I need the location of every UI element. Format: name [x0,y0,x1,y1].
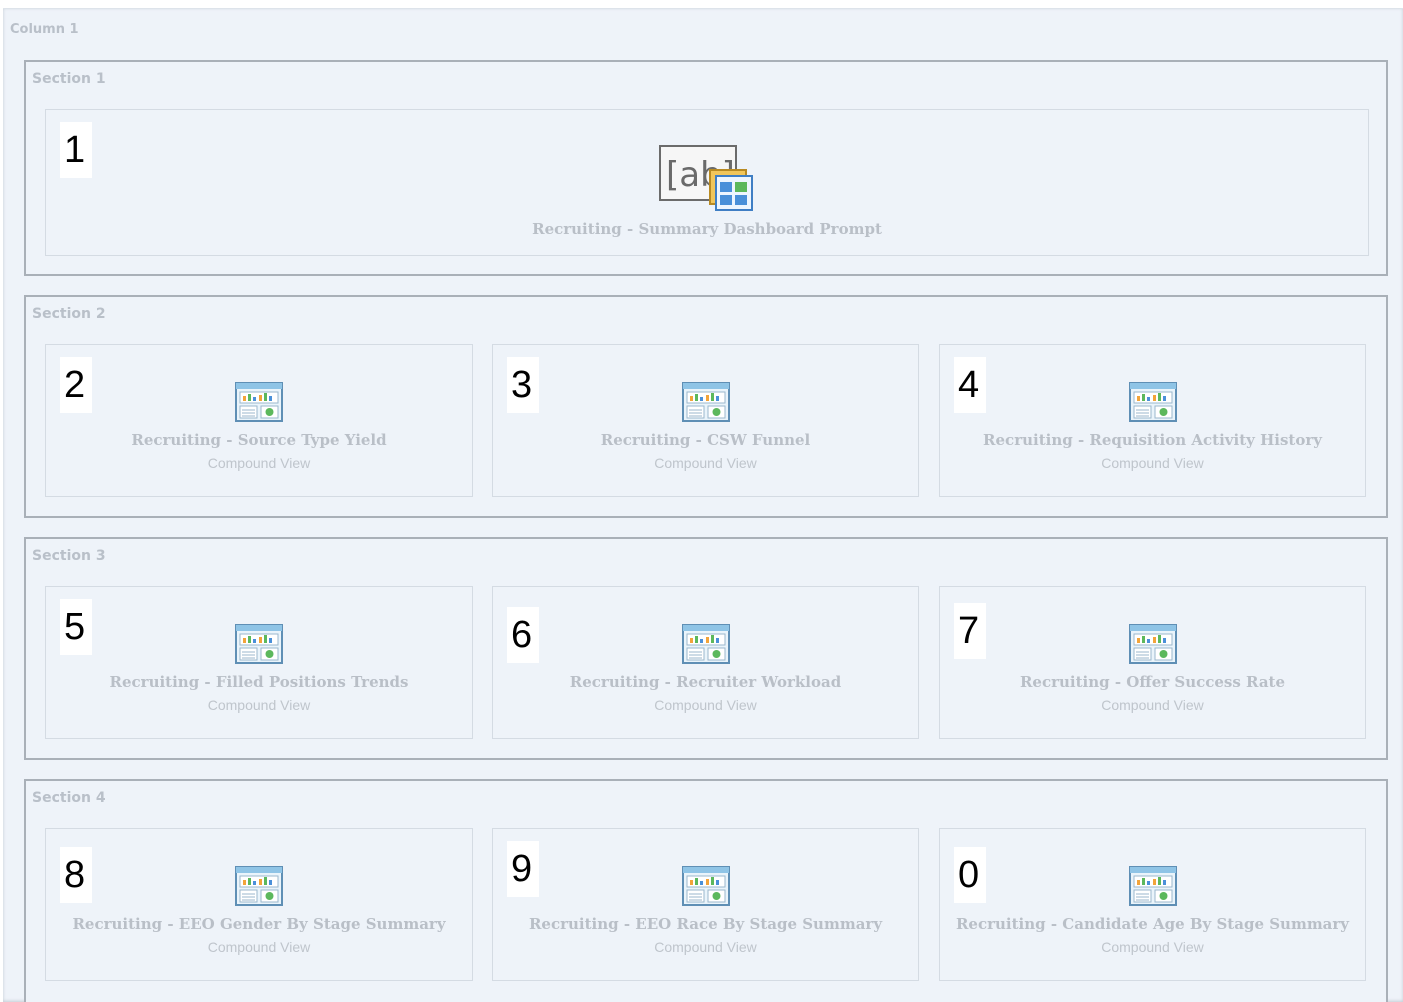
section-label: Section 2 [32,306,106,322]
view-title: Recruiting - Offer Success Rate [1019,673,1286,691]
section-label: Section 4 [32,790,106,806]
section-3: Section 3 5 Recruiting - Filled Position… [24,537,1388,760]
view-number-badge: 5 [60,599,92,655]
view-type-label: Compound View [207,697,311,713]
view-title: Recruiting - EEO Gender By Stage Summary [72,915,446,933]
view-type-label: Compound View [1101,939,1204,955]
view-title: Recruiting - Recruiter Workload [569,673,842,691]
layout-column: Column 1 Section 1 1 [ab] Recruiting - S… [3,8,1403,1002]
compound-view-filled-positions-trends[interactable]: 5 Recruiting - Filled Positions Trends C… [45,586,473,739]
compound-view-recruiter-workload[interactable]: 6 Recruiting - Recruiter Workload Compou… [492,586,919,739]
compound-view-csw-funnel[interactable]: 3 Recruiting - CSW Funnel Compound View [492,344,919,497]
dashboard-prompt-view[interactable]: 1 [ab] Recruiting - Summary Dashboard Pr… [45,109,1369,256]
compound-view-icon [235,382,283,422]
view-title: Recruiting - Summary Dashboard Prompt [532,220,882,238]
view-type-label: Compound View [1101,455,1204,471]
view-type-label: Compound View [654,455,757,471]
section-label: Section 1 [32,71,106,87]
compound-view-icon [682,866,730,906]
compound-view-offer-success-rate[interactable]: 7 Recruiting - Offer Success Rate Compou… [939,586,1366,739]
compound-view-icon [1129,624,1177,664]
view-title: Recruiting - Requisition Activity Histor… [983,431,1322,449]
view-title: Recruiting - Source Type Yield [131,431,387,449]
view-number-badge: 7 [954,603,986,659]
compound-view-candidate-age-by-stage-summary[interactable]: 0 Recruiting - Candidate Age By Stage Su… [939,828,1366,981]
section-1: Section 1 1 [ab] Recruiting - Summary Da… [24,60,1388,276]
compound-view-icon [1129,382,1177,422]
view-number-badge: 8 [60,847,92,903]
column-label: Column 1 [10,22,79,37]
compound-view-icon [682,382,730,422]
compound-view-requisition-activity-history[interactable]: 4 Recruiting - Requisition Activity Hist… [939,344,1366,497]
view-type-label: Compound View [654,939,757,955]
dashboard-prompt-icon: [ab] [659,145,753,211]
section-label: Section 3 [32,548,106,564]
compound-view-eeo-gender-by-stage-summary[interactable]: 8 Recruiting - EEO Gender By Stage Summa… [45,828,473,981]
compound-view-icon [235,866,283,906]
view-type-label: Compound View [207,455,311,471]
view-number-badge: 3 [507,357,539,413]
compound-view-eeo-race-by-stage-summary[interactable]: 9 Recruiting - EEO Race By Stage Summary… [492,828,919,981]
view-title: Recruiting - Filled Positions Trends [109,673,409,691]
view-number-badge: 1 [60,122,92,178]
view-number-badge: 0 [954,847,986,903]
section-2: Section 2 2 Recruiting - Source Type Yie… [24,295,1388,518]
view-title: Recruiting - CSW Funnel [600,431,811,449]
view-type-label: Compound View [654,697,757,713]
view-type-label: Compound View [1101,697,1204,713]
view-title: Recruiting - EEO Race By Stage Summary [528,915,883,933]
section-4: Section 4 8 Recruiting - EEO Gender By S… [24,779,1388,1002]
view-title: Recruiting - Candidate Age By Stage Summ… [955,915,1350,933]
view-number-badge: 6 [507,607,539,663]
view-number-badge: 4 [954,357,986,413]
compound-view-icon [682,624,730,664]
compound-view-icon [1129,866,1177,906]
view-number-badge: 9 [507,841,539,897]
view-type-label: Compound View [207,939,311,955]
compound-view-icon [235,624,283,664]
compound-view-source-type-yield[interactable]: 2 Recruiting - Source Type Yield Compoun… [45,344,473,497]
view-number-badge: 2 [60,357,92,413]
